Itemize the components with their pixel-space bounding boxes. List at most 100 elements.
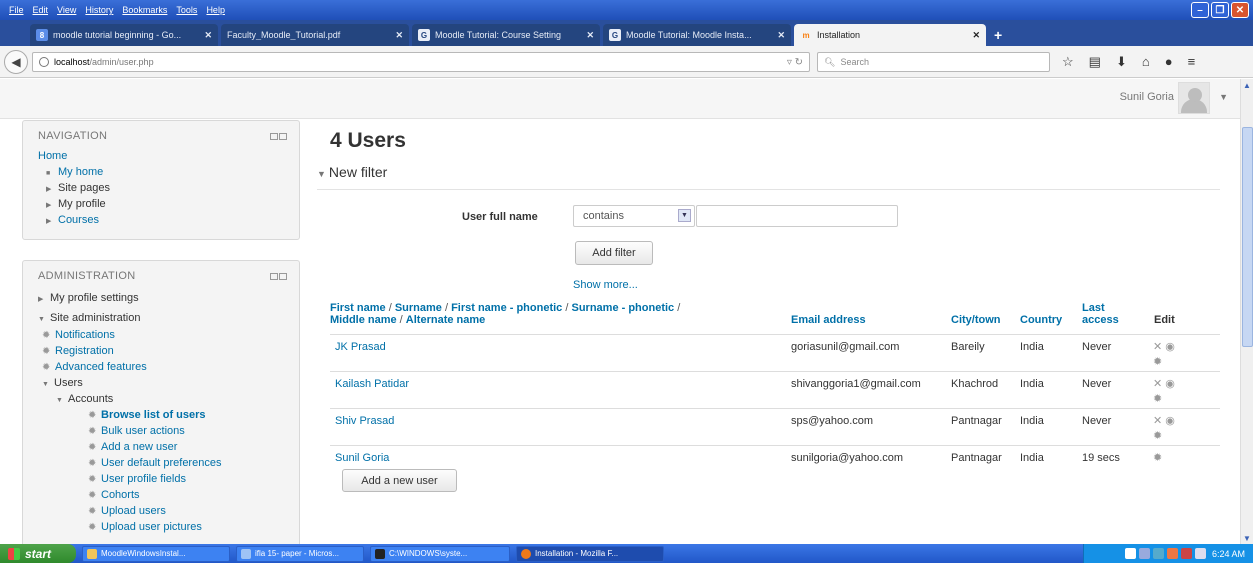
admin-notifications[interactable]: Notifications bbox=[55, 329, 115, 341]
delete-icon[interactable]: ✕ bbox=[1153, 378, 1162, 390]
block-controls[interactable] bbox=[270, 133, 287, 140]
restore-icon[interactable]: ❐ bbox=[1211, 2, 1229, 18]
close-window-icon[interactable]: ✕ bbox=[1231, 2, 1249, 18]
admin-browse-list-of-users[interactable]: Browse list of users bbox=[101, 409, 206, 421]
close-tab-icon[interactable]: ✕ bbox=[395, 30, 403, 41]
eye-icon[interactable]: ◉ bbox=[1165, 341, 1175, 353]
task-cmd[interactable]: C:\WINDOWS\syste... bbox=[370, 545, 510, 562]
back-icon[interactable]: ◀ bbox=[4, 49, 28, 74]
menu-view[interactable]: View bbox=[57, 5, 76, 15]
tab-pdf[interactable]: Faculty_Moodle_Tutorial.pdf ✕ bbox=[221, 24, 409, 46]
user-name-link[interactable]: Kailash Patidar bbox=[335, 378, 409, 390]
nav-my-profile[interactable]: My profile bbox=[58, 198, 106, 210]
user-name[interactable]: Sunil Goria bbox=[1120, 91, 1174, 103]
eye-icon[interactable]: ◉ bbox=[1165, 378, 1175, 390]
gear-icon[interactable]: ✹ bbox=[1153, 430, 1162, 442]
admin-accounts[interactable]: Accounts bbox=[68, 393, 113, 405]
volume-tray-icon[interactable] bbox=[1194, 548, 1206, 559]
admin-upload-user-pictures[interactable]: Upload user pictures bbox=[101, 521, 202, 533]
menu-tools[interactable]: Tools bbox=[176, 5, 197, 15]
help-tray-icon[interactable] bbox=[1124, 548, 1136, 559]
new-filter-header[interactable]: ▼ New filter bbox=[317, 164, 1220, 190]
network-tray-icon[interactable] bbox=[1138, 548, 1150, 559]
sort-email[interactable]: Email address bbox=[791, 314, 866, 326]
filter-operator-select[interactable]: contains ▼ bbox=[573, 205, 695, 227]
expand-arrow-icon[interactable]: ▶ bbox=[46, 214, 58, 230]
admin-site-administration[interactable]: Site administration bbox=[50, 312, 141, 324]
vertical-scrollbar[interactable]: ▲ ▼ bbox=[1240, 79, 1253, 544]
task-word[interactable]: ifla 15- paper - Micros... bbox=[236, 545, 364, 562]
expand-arrow-icon[interactable]: ▶ bbox=[38, 289, 50, 311]
add-filter-button[interactable]: Add filter bbox=[575, 241, 653, 265]
tab-google-search[interactable]: 8 moodle tutorial beginning - Go... ✕ bbox=[30, 24, 218, 46]
sort-alternate-name[interactable]: Alternate name bbox=[406, 314, 485, 326]
tab-installation[interactable]: m Installation ✕ bbox=[794, 24, 986, 46]
admin-users[interactable]: Users bbox=[54, 377, 83, 389]
admin-advanced-features[interactable]: Advanced features bbox=[55, 361, 147, 373]
close-tab-icon[interactable]: ✕ bbox=[586, 30, 594, 41]
nav-home[interactable]: Home bbox=[38, 148, 299, 164]
task-firefox[interactable]: Installation - Mozilla F... bbox=[516, 545, 664, 562]
app-tray-icon[interactable] bbox=[1166, 548, 1178, 559]
menu-help[interactable]: Help bbox=[206, 5, 225, 15]
filter-value-input[interactable] bbox=[696, 205, 898, 227]
sort-middle-name[interactable]: Middle name bbox=[330, 314, 397, 326]
admin-bulk-user-actions[interactable]: Bulk user actions bbox=[101, 425, 185, 437]
refresh-tray-icon[interactable] bbox=[1152, 548, 1164, 559]
bookmark-star-icon[interactable]: ☆ bbox=[1062, 54, 1074, 70]
delete-icon[interactable]: ✕ bbox=[1153, 415, 1162, 427]
sort-first-name[interactable]: First name bbox=[330, 302, 386, 314]
home-icon[interactable]: ⌂ bbox=[1142, 54, 1150, 70]
add-new-user-button[interactable]: Add a new user bbox=[342, 469, 457, 492]
block-controls[interactable] bbox=[270, 273, 287, 280]
sort-surname[interactable]: Surname bbox=[395, 302, 442, 314]
user-name-link[interactable]: Sunil Goria bbox=[335, 452, 389, 464]
sort-first-name-phonetic[interactable]: First name - phonetic bbox=[451, 302, 562, 314]
search-input[interactable]: 🔍︎ Search bbox=[817, 52, 1050, 72]
menu-file[interactable]: File bbox=[9, 5, 24, 15]
nav-courses[interactable]: Courses bbox=[58, 214, 99, 226]
delete-icon[interactable]: ✕ bbox=[1153, 341, 1162, 353]
download-icon[interactable]: ⬇ bbox=[1116, 54, 1127, 70]
security-tray-icon[interactable] bbox=[1180, 548, 1192, 559]
tab-course-setting[interactable]: G Moodle Tutorial: Course Setting ✕ bbox=[412, 24, 600, 46]
user-name-link[interactable]: JK Prasad bbox=[335, 341, 386, 353]
admin-upload-users[interactable]: Upload users bbox=[101, 505, 166, 517]
scroll-up-icon[interactable]: ▲ bbox=[1241, 79, 1253, 91]
chat-icon[interactable]: ● bbox=[1165, 54, 1173, 70]
nav-my-home[interactable]: My home bbox=[58, 166, 103, 178]
admin-my-profile-settings[interactable]: My profile settings bbox=[50, 292, 139, 304]
admin-user-profile-fields[interactable]: User profile fields bbox=[101, 473, 186, 485]
sort-city[interactable]: City/town bbox=[951, 314, 1001, 326]
hamburger-menu-icon[interactable]: ≡ bbox=[1188, 54, 1196, 70]
gear-icon[interactable]: ✹ bbox=[1153, 356, 1162, 368]
tab-moodle-install[interactable]: G Moodle Tutorial: Moodle Insta... ✕ bbox=[603, 24, 791, 46]
menu-history[interactable]: History bbox=[85, 5, 113, 15]
url-bar[interactable]: localhost/admin/user.php ▿ ↻ bbox=[32, 52, 810, 72]
reload-icon[interactable]: ▿ ↻ bbox=[787, 57, 803, 68]
admin-registration[interactable]: Registration bbox=[55, 345, 114, 357]
chevron-down-icon[interactable]: ▼ bbox=[1219, 92, 1228, 102]
eye-icon[interactable]: ◉ bbox=[1165, 415, 1175, 427]
admin-user-default-preferences[interactable]: User default preferences bbox=[101, 457, 221, 469]
reading-list-icon[interactable]: ▤ bbox=[1089, 54, 1101, 70]
admin-cohorts[interactable]: Cohorts bbox=[101, 489, 140, 501]
menu-edit[interactable]: Edit bbox=[33, 5, 49, 15]
scroll-thumb[interactable] bbox=[1242, 127, 1253, 347]
sort-surname-phonetic[interactable]: Surname - phonetic bbox=[571, 302, 674, 314]
gear-icon[interactable]: ✹ bbox=[1153, 393, 1162, 405]
menu-bookmarks[interactable]: Bookmarks bbox=[122, 5, 167, 15]
minimize-icon[interactable]: – bbox=[1191, 2, 1209, 18]
start-button[interactable]: start bbox=[0, 544, 76, 563]
task-moodle-windows[interactable]: MoodleWindowsInstal... bbox=[82, 545, 230, 562]
admin-add-new-user[interactable]: Add a new user bbox=[101, 441, 177, 453]
close-tab-icon[interactable]: ✕ bbox=[204, 30, 212, 41]
scroll-down-icon[interactable]: ▼ bbox=[1241, 532, 1253, 544]
show-more-link[interactable]: Show more... bbox=[573, 279, 638, 291]
sort-last-access[interactable]: Last access bbox=[1082, 302, 1119, 326]
nav-site-pages[interactable]: Site pages bbox=[58, 182, 110, 194]
sort-country[interactable]: Country bbox=[1020, 314, 1062, 326]
user-name-link[interactable]: Shiv Prasad bbox=[335, 415, 394, 427]
avatar[interactable] bbox=[1178, 82, 1210, 114]
close-tab-icon[interactable]: ✕ bbox=[972, 30, 980, 41]
